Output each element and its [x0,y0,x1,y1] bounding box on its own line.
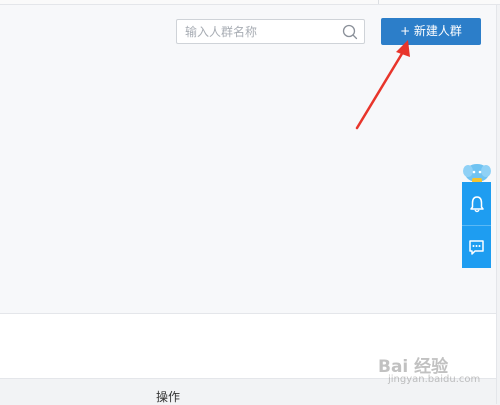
bell-icon [469,195,484,212]
search-icon[interactable] [342,24,358,40]
top-bar-divider [378,0,379,4]
create-crowd-button[interactable]: + 新建人群 [381,18,481,45]
crowd-table: 操作 [0,313,497,405]
table-header-operations: 操作 [155,390,180,404]
table-header-row: 操作 [0,378,496,405]
chat-button[interactable] [462,226,491,268]
elephant-mascot-icon[interactable] [462,160,491,184]
toolbar-area: + 新建人群 [0,5,497,313]
notification-button[interactable] [462,182,491,226]
search-input[interactable] [177,20,353,43]
floating-side-panel [462,182,491,268]
search-box[interactable] [176,19,365,44]
chat-icon [469,239,484,255]
